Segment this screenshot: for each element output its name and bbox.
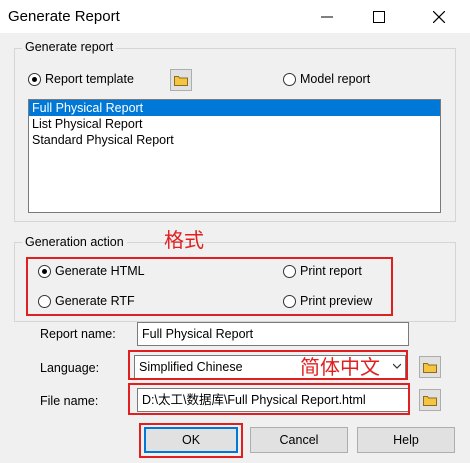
radio-dot [38,264,51,278]
language-label: Language: [40,361,100,375]
radio-dot [283,264,296,278]
folder-icon [423,362,437,373]
model-report-radio[interactable]: Model report [283,72,370,86]
list-item[interactable]: List Physical Report [29,116,440,132]
cancel-button[interactable]: Cancel [250,427,348,453]
help-button[interactable]: Help [357,427,455,453]
generate-rtf-radio[interactable]: Generate RTF [38,294,135,308]
file-browse-button[interactable] [419,389,441,411]
print-preview-radio[interactable]: Print preview [283,294,372,308]
annotation-simplified-chinese: 简体中文 [300,357,380,379]
radio-dot [38,294,51,308]
annotation-box-ok [139,423,243,458]
radio-dot [283,72,296,86]
generate-html-label: Generate HTML [55,264,145,278]
report-template-radio[interactable]: Report template [28,72,134,86]
minimize-icon [321,16,333,17]
report-template-label: Report template [45,72,134,86]
title-bar: Generate Report [0,0,470,33]
language-browse-button[interactable] [419,356,441,378]
generate-rtf-label: Generate RTF [55,294,135,308]
window-title: Generate Report [8,8,120,25]
annotation-box-file-name [128,383,410,415]
print-report-label: Print report [300,264,362,278]
radio-dot [28,72,41,86]
report-name-field[interactable]: Full Physical Report [137,322,409,346]
list-item[interactable]: Standard Physical Report [29,132,440,148]
print-report-radio[interactable]: Print report [283,264,362,278]
print-preview-label: Print preview [300,294,373,308]
generate-report-group-label: Generate report [22,40,117,54]
annotation-format: 格式 [164,230,204,252]
generate-html-radio[interactable]: Generate HTML [38,264,145,278]
report-template-list[interactable]: Full Physical Report List Physical Repor… [28,99,441,213]
maximize-button[interactable] [356,0,402,33]
file-name-label: File name: [40,394,99,408]
folder-icon [423,395,437,406]
radio-dot [283,294,296,308]
folder-icon [174,75,188,86]
close-button[interactable] [416,0,462,33]
model-report-label: Model report [300,72,371,86]
generation-action-group-label: Generation action [22,235,127,249]
list-item[interactable]: Full Physical Report [29,100,440,116]
minimize-button[interactable] [304,0,350,33]
template-browse-button[interactable] [170,69,192,91]
report-name-label: Report name: [40,327,116,341]
close-icon [433,10,445,23]
maximize-icon [373,10,385,23]
